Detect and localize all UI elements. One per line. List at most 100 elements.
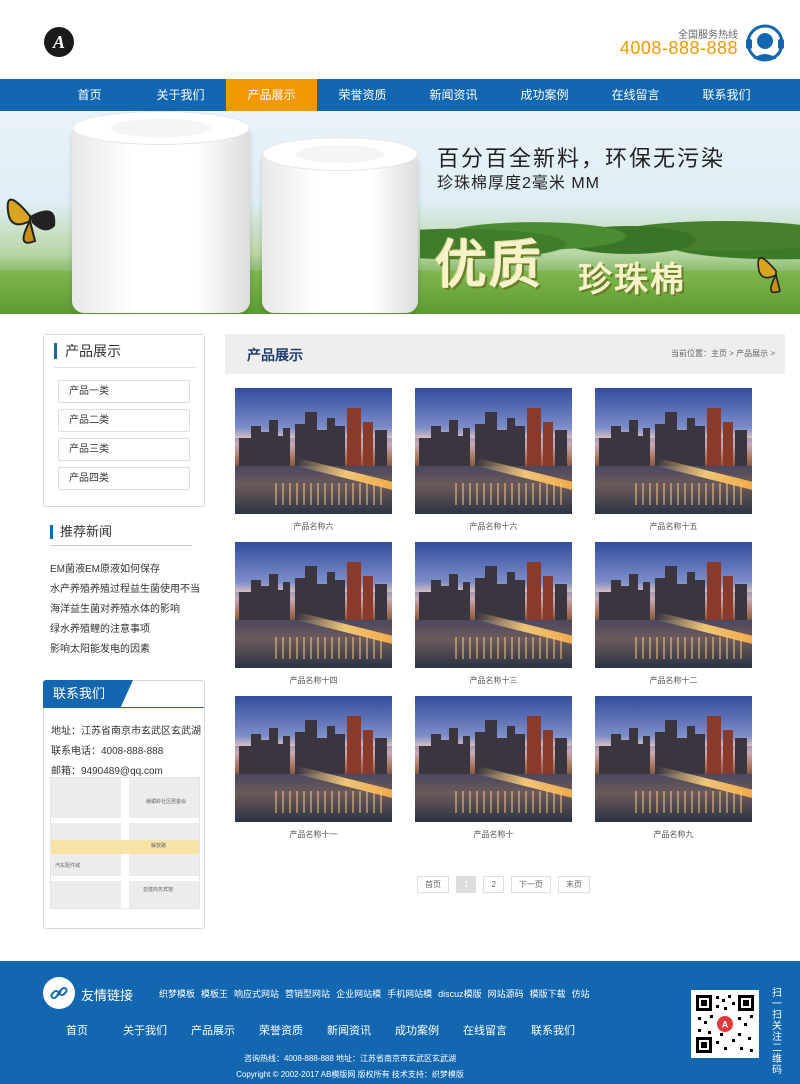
product-card[interactable]: 产品名称十二 bbox=[595, 542, 752, 686]
category-item[interactable]: 产品四类 bbox=[58, 467, 190, 490]
footer-nav-item[interactable]: 新闻资讯 bbox=[315, 1022, 383, 1038]
product-image[interactable] bbox=[415, 542, 572, 668]
friend-link[interactable]: 网站源码 bbox=[488, 987, 524, 1000]
product-image[interactable] bbox=[415, 388, 572, 514]
product-image[interactable] bbox=[235, 388, 392, 514]
friend-link[interactable]: 响应式网站 bbox=[234, 987, 279, 1000]
category-item[interactable]: 产品二类 bbox=[58, 409, 190, 432]
map-label: 亚建商务宾馆 bbox=[143, 887, 174, 893]
foam-roll-image bbox=[72, 111, 250, 313]
footer-nav-item[interactable]: 联系我们 bbox=[519, 1022, 587, 1038]
product-name[interactable]: 产品名称十五 bbox=[595, 521, 752, 532]
contact-panel-title: 联系我们 bbox=[43, 680, 133, 708]
news-link[interactable]: 影响太阳能发电的因素 bbox=[50, 640, 150, 655]
product-name[interactable]: 产品名称十四 bbox=[235, 675, 392, 686]
product-name[interactable]: 产品名称十二 bbox=[595, 675, 752, 686]
qr-caption: 扫一扫关注二维码 bbox=[772, 988, 782, 1076]
product-card[interactable]: 产品名称九 bbox=[595, 696, 752, 840]
category-item[interactable]: 产品三类 bbox=[58, 438, 190, 461]
news-link[interactable]: 绿水养殖鲤的注意事项 bbox=[50, 620, 150, 635]
friend-links-title: 友情链接 bbox=[81, 988, 134, 1003]
nav-item[interactable]: 荣誉资质 bbox=[317, 79, 408, 111]
site-header: A 全国服务热线 4008-888-888 bbox=[0, 0, 800, 79]
nav-item[interactable]: 成功案例 bbox=[499, 79, 590, 111]
footer-nav-item[interactable]: 产品展示 bbox=[179, 1022, 247, 1038]
section-header: 产品展示 当前位置：主页 > 产品展示 > bbox=[225, 334, 785, 374]
map-label: 解放路 bbox=[151, 843, 167, 849]
map-label: 峨嵋岭社区居委会 bbox=[146, 799, 187, 805]
product-image[interactable] bbox=[235, 696, 392, 822]
product-name[interactable]: 产品名称九 bbox=[595, 829, 752, 840]
map-label: 汽车配件城 bbox=[55, 863, 81, 869]
friend-link[interactable]: 织梦模板 bbox=[159, 987, 195, 1000]
divider bbox=[44, 707, 204, 708]
qr-code-image: A bbox=[691, 990, 759, 1058]
friend-link[interactable]: 模板王 bbox=[201, 987, 228, 1000]
pager-last[interactable]: 末页 bbox=[557, 876, 590, 893]
nav-item[interactable]: 在线留言 bbox=[590, 79, 681, 111]
banner-big-text-2: 珍珠棉 bbox=[578, 261, 686, 299]
nav-item[interactable]: 首页 bbox=[44, 79, 135, 111]
section-title: 产品展示 bbox=[247, 347, 303, 363]
product-name[interactable]: 产品名称十 bbox=[415, 829, 572, 840]
footer-nav: 首页 关于我们 产品展示 荣誉资质 新闻资讯 成功案例 在线留言 联系我们 bbox=[43, 1022, 587, 1038]
pager-page-current[interactable]: 1 bbox=[456, 876, 477, 893]
product-image[interactable] bbox=[595, 696, 752, 822]
product-image[interactable] bbox=[235, 542, 392, 668]
contact-phone: 联系电话：4008-888-888 bbox=[51, 746, 164, 757]
contact-address: 地址：江苏省南京市玄武区玄武湖 bbox=[51, 726, 201, 737]
pager-next[interactable]: 下一页 bbox=[510, 876, 551, 893]
divider bbox=[54, 367, 196, 368]
svg-text:A: A bbox=[722, 1020, 729, 1030]
banner-subheadline: 珍珠棉厚度2毫米 MM bbox=[437, 175, 601, 192]
friend-link[interactable]: discuz模版 bbox=[438, 987, 482, 1000]
contact-panel: 联系我们 地址：江苏省南京市玄武区玄武湖 联系电话：4008-888-888 邮… bbox=[43, 680, 205, 929]
product-image[interactable] bbox=[595, 388, 752, 514]
product-card[interactable]: 产品名称十四 bbox=[235, 542, 392, 686]
footer-nav-item[interactable]: 在线留言 bbox=[451, 1022, 519, 1038]
friend-link[interactable]: 企业网站模 bbox=[336, 987, 381, 1000]
nav-item[interactable]: 关于我们 bbox=[135, 79, 226, 111]
product-name[interactable]: 产品名称十六 bbox=[415, 521, 572, 532]
product-card[interactable]: 产品名称十六 bbox=[415, 388, 572, 532]
friend-link[interactable]: 模版下载 bbox=[530, 987, 566, 1000]
pager-page[interactable]: 2 bbox=[483, 876, 504, 893]
product-name[interactable]: 产品名称十三 bbox=[415, 675, 572, 686]
product-image[interactable] bbox=[415, 696, 572, 822]
friend-link[interactable]: 仿站 bbox=[572, 987, 590, 1000]
footer-nav-item[interactable]: 成功案例 bbox=[383, 1022, 451, 1038]
product-card[interactable]: 产品名称六 bbox=[235, 388, 392, 532]
friend-link[interactable]: 手机网站模 bbox=[387, 987, 432, 1000]
friend-link[interactable]: 营销型网站 bbox=[285, 987, 330, 1000]
main-nav: 首页 关于我们 产品展示 荣誉资质 新闻资讯 成功案例 在线留言 联系我们 bbox=[0, 79, 800, 111]
footer-nav-item[interactable]: 首页 bbox=[43, 1022, 111, 1038]
footer-nav-item[interactable]: 荣誉资质 bbox=[247, 1022, 315, 1038]
news-link[interactable]: 水产养殖养殖过程益生菌使用不当 bbox=[50, 580, 200, 595]
nav-item[interactable]: 联系我们 bbox=[681, 79, 772, 111]
foam-roll-image bbox=[262, 137, 418, 313]
footer-nav-item[interactable]: 关于我们 bbox=[111, 1022, 179, 1038]
news-link[interactable]: 海洋益生菌对养殖水体的影响 bbox=[50, 600, 180, 615]
friend-links: 织梦模板 模板王 响应式网站 营销型网站 企业网站模 手机网站模 discuz模版 网站源码模… bbox=[159, 987, 590, 1000]
category-item[interactable]: 产品一类 bbox=[58, 380, 190, 403]
product-card[interactable]: 产品名称十五 bbox=[595, 388, 752, 532]
logo-letter: A bbox=[52, 31, 65, 52]
product-name[interactable]: 产品名称六 bbox=[235, 521, 392, 532]
product-card[interactable]: 产品名称十三 bbox=[415, 542, 572, 686]
product-card[interactable]: 产品名称十一 bbox=[235, 696, 392, 840]
breadcrumb[interactable]: 当前位置：主页 > 产品展示 > bbox=[671, 348, 775, 359]
headset-icon bbox=[746, 24, 784, 62]
nav-item[interactable]: 产品展示 bbox=[226, 79, 317, 111]
hero-banner: 百分百全新料，环保无污染 珍珠棉厚度2毫米 MM 优质 珍珠棉 bbox=[0, 111, 800, 314]
news-link[interactable]: EM菌液EM原液如何保存 bbox=[50, 560, 160, 575]
location-map[interactable]: 峨嵋岭社区居委会 解放路 汽车配件城 亚建商务宾馆 bbox=[50, 777, 200, 909]
site-footer: 友情链接 织梦模板 模板王 响应式网站 营销型网站 企业网站模 手机网站模 discuz模版… bbox=[0, 961, 800, 1084]
product-name[interactable]: 产品名称十一 bbox=[235, 829, 392, 840]
pager-first[interactable]: 首页 bbox=[417, 876, 449, 893]
site-logo[interactable]: A bbox=[44, 27, 74, 57]
butterfly-image bbox=[6, 198, 56, 244]
product-image[interactable] bbox=[595, 542, 752, 668]
nav-item[interactable]: 新闻资讯 bbox=[408, 79, 499, 111]
product-card[interactable]: 产品名称十 bbox=[415, 696, 572, 840]
pagination: 首页 1 2 下一页 末页 bbox=[417, 876, 590, 893]
